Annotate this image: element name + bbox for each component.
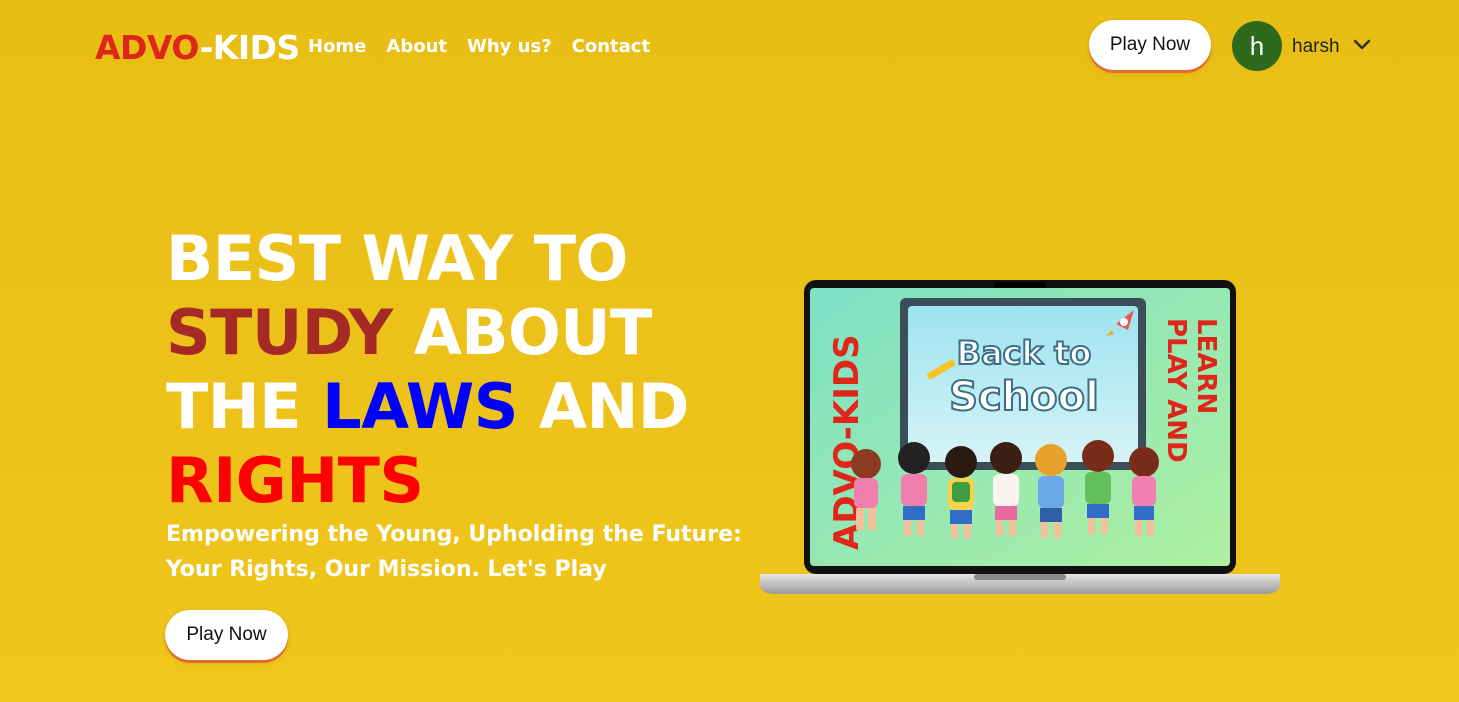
hero-title-about: ABOUT [413, 296, 653, 369]
nav-link-contact[interactable]: Contact [572, 35, 650, 59]
hero-title-line1: BEST WAY TO [166, 222, 628, 295]
laptop-illustration: Back to School ADVO-KIDS PLAY AND LEARN [760, 280, 1280, 594]
nav-link-why-us[interactable]: Why us? [467, 35, 552, 59]
screen-right-text-2: LEARN [1191, 318, 1221, 414]
hero-title-and: AND [538, 370, 689, 443]
brand-logo[interactable]: ADVO-KIDS [95, 28, 300, 68]
hero-title-rights: RIGHTS [166, 444, 424, 517]
hero-title-the: THE [166, 370, 302, 443]
hero-subtitle: Empowering the Young, Upholding the Futu… [166, 517, 746, 587]
brand-logo-part2: -KIDS [199, 28, 301, 67]
hero-play-now-button[interactable]: Play Now [165, 610, 288, 660]
nav-link-home[interactable]: Home [308, 35, 366, 59]
nav-links: Home About Why us? Contact [308, 35, 650, 59]
board-line1: Back to [957, 334, 1092, 372]
brand-logo-part1: ADVO [95, 28, 200, 67]
hero-title-laws: LAWS [322, 370, 518, 443]
screen-right-text-1: PLAY AND [1161, 318, 1191, 463]
user-name[interactable]: harsh [1292, 35, 1340, 59]
laptop-trackpad-notch [974, 574, 1066, 580]
hero-title: BEST WAY TO STUDY ABOUT THE LAWS AND RIG… [166, 222, 766, 518]
nav-play-now-button[interactable]: Play Now [1089, 20, 1211, 70]
board-line2: School [949, 374, 1099, 420]
chevron-down-icon[interactable] [1352, 36, 1372, 54]
user-avatar[interactable]: h [1232, 21, 1282, 71]
top-navbar: ADVO-KIDS Home About Why us? Contact Pla… [0, 0, 1459, 94]
hero-subtitle-line2: Your Rights, Our Mission. Let's Play [166, 557, 607, 582]
hero-subtitle-line1: Empowering the Young, Upholding the Futu… [166, 522, 742, 547]
nav-link-about[interactable]: About [386, 35, 447, 59]
hero-title-study: STUDY [166, 296, 393, 369]
